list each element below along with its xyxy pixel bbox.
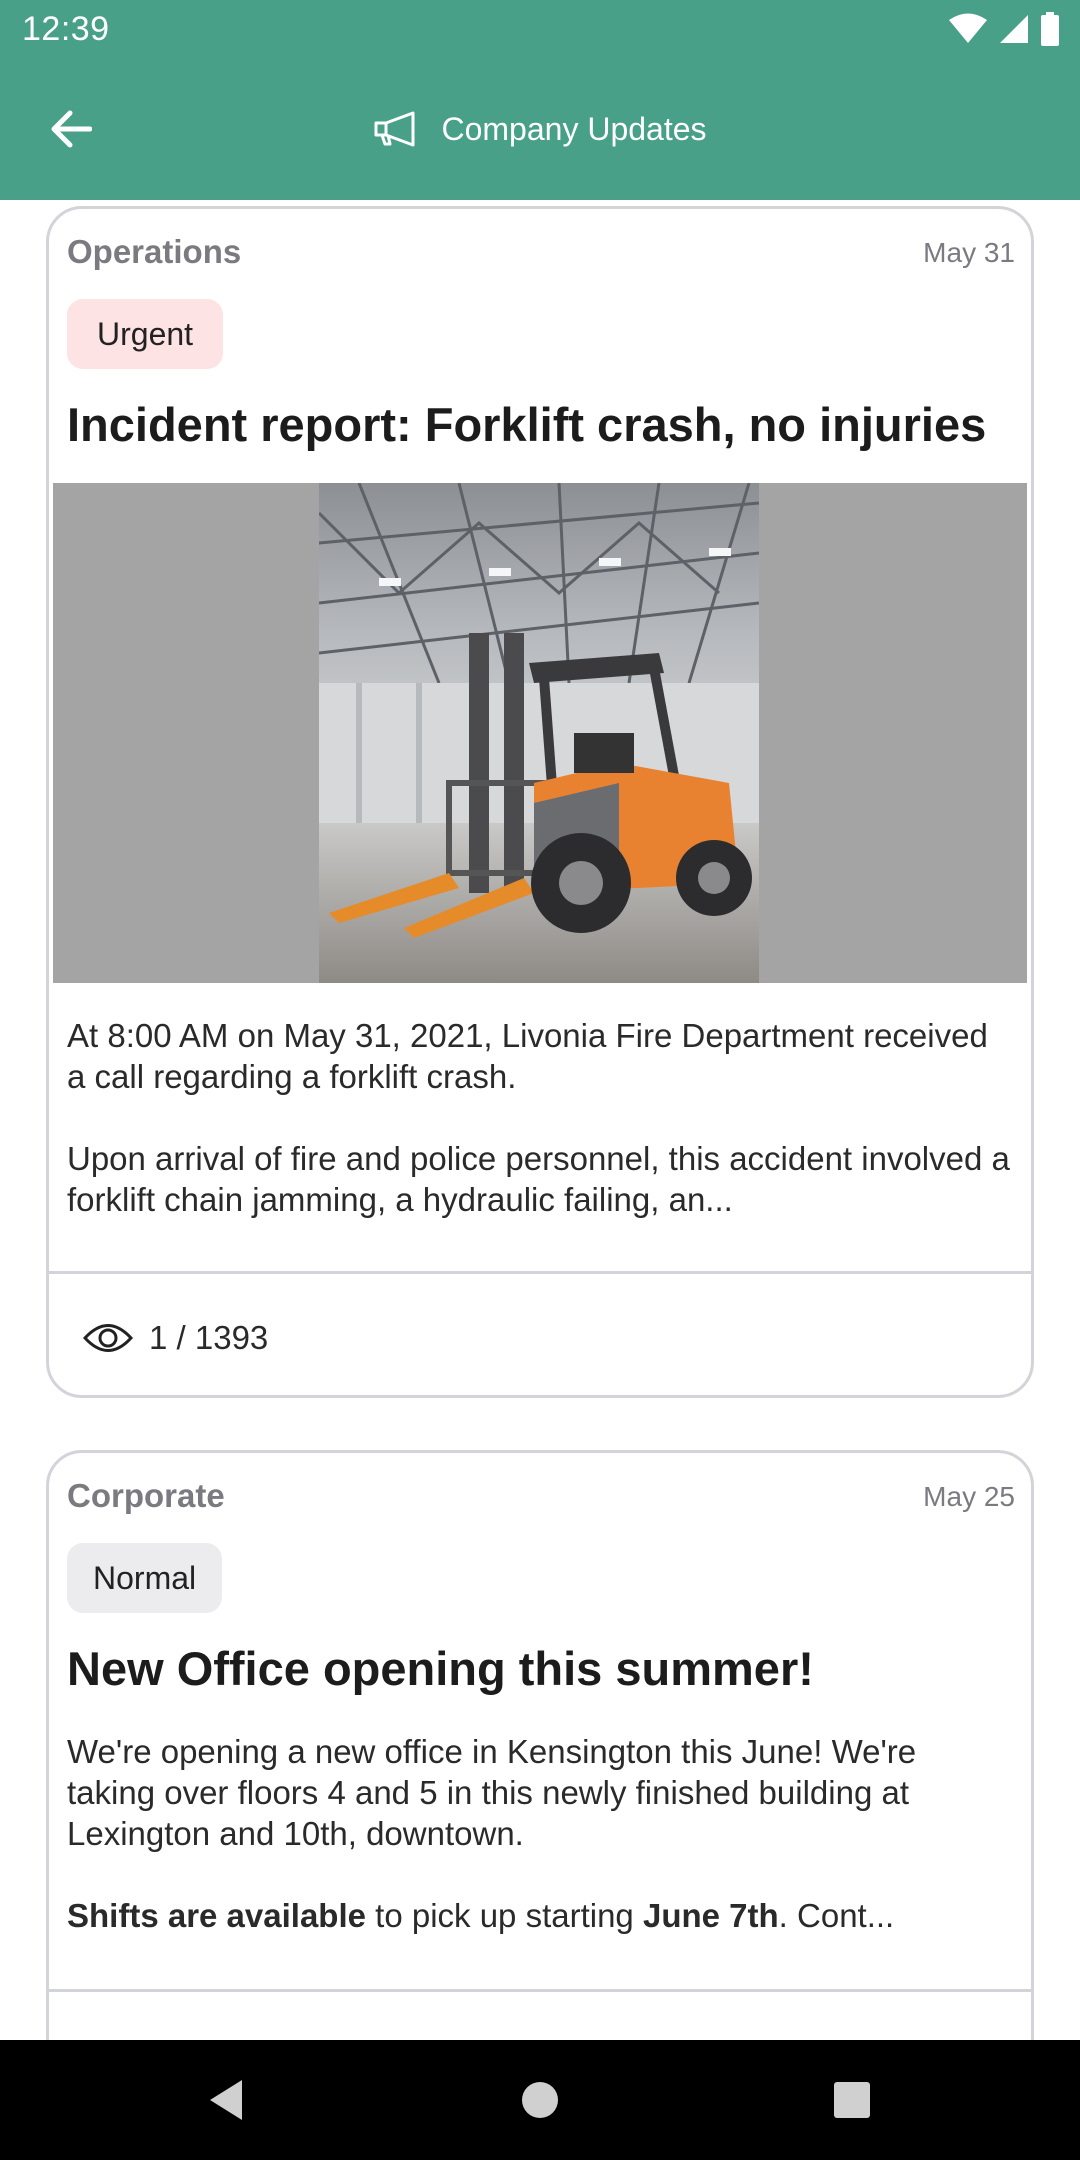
- priority-badge: Urgent: [67, 299, 224, 369]
- view-count-label: 1 / 1393: [149, 1319, 269, 1356]
- bold-text: June 7th: [642, 1897, 779, 1934]
- card-category: Corporate: [67, 1477, 225, 1514]
- app-bar: Company Updates: [0, 60, 1080, 200]
- bold-text: Shifts are available: [67, 1897, 366, 1934]
- card-category: Operations: [67, 233, 242, 270]
- nav-recents-button[interactable]: [822, 2070, 882, 2130]
- card-body: At 8:00 AM on May 31, 2021, Livonia Fire…: [67, 1015, 1013, 1261]
- wifi-icon: [949, 13, 987, 43]
- signal-icon: [1000, 15, 1028, 43]
- card-date: May 31: [923, 237, 1015, 268]
- update-card[interactable]: Operations May 31 Urgent Incident report…: [46, 206, 1034, 1398]
- body-text: . Cont...: [778, 1897, 895, 1934]
- card-body-paragraph: We're opening a new office in Kensington…: [67, 1733, 917, 1852]
- triangle-back-icon: [210, 2080, 242, 2120]
- updates-feed[interactable]: Operations May 31 Urgent Incident report…: [0, 200, 1080, 2040]
- card-title: New Office opening this summer!: [67, 1642, 814, 1695]
- circle-home-icon: [522, 2082, 558, 2118]
- square-recents-icon: [834, 2082, 870, 2118]
- nav-back-button[interactable]: [196, 2070, 256, 2130]
- card-body-paragraph: Upon arrival of fire and police personne…: [67, 1140, 1010, 1218]
- status-icons: [948, 12, 1060, 46]
- priority-badge: Normal: [67, 1543, 223, 1613]
- card-body-paragraph: At 8:00 AM on May 31, 2021, Livonia Fire…: [67, 1017, 988, 1095]
- system-nav-bar: [0, 2040, 1080, 2160]
- status-time: 12:39: [22, 10, 110, 48]
- view-count[interactable]: 1 / 1393: [83, 1319, 268, 1357]
- card-body: We're opening a new office in Kensington…: [67, 1731, 1013, 1977]
- nav-home-button[interactable]: [510, 2070, 570, 2130]
- eye-icon: [83, 1324, 133, 1352]
- card-body-paragraph: Shifts are available to pick up starting…: [67, 1895, 1013, 1936]
- card-divider: [49, 1989, 1031, 1992]
- forklift-photo: [319, 483, 759, 983]
- card-date: May 25: [923, 1481, 1015, 1512]
- card-divider: [49, 1271, 1031, 1274]
- card-image[interactable]: [53, 483, 1027, 983]
- page-title: Company Updates: [441, 110, 707, 147]
- status-bar: 12:39: [0, 0, 1080, 60]
- megaphone-icon: [374, 111, 415, 147]
- body-text: to pick up starting: [365, 1897, 643, 1934]
- update-card[interactable]: Corporate May 25 Normal New Office openi…: [46, 1450, 1034, 2040]
- app-title-wrap: Company Updates: [0, 104, 1080, 154]
- battery-icon: [1041, 12, 1059, 46]
- card-title: Incident report: Forklift crash, no inju…: [67, 398, 987, 451]
